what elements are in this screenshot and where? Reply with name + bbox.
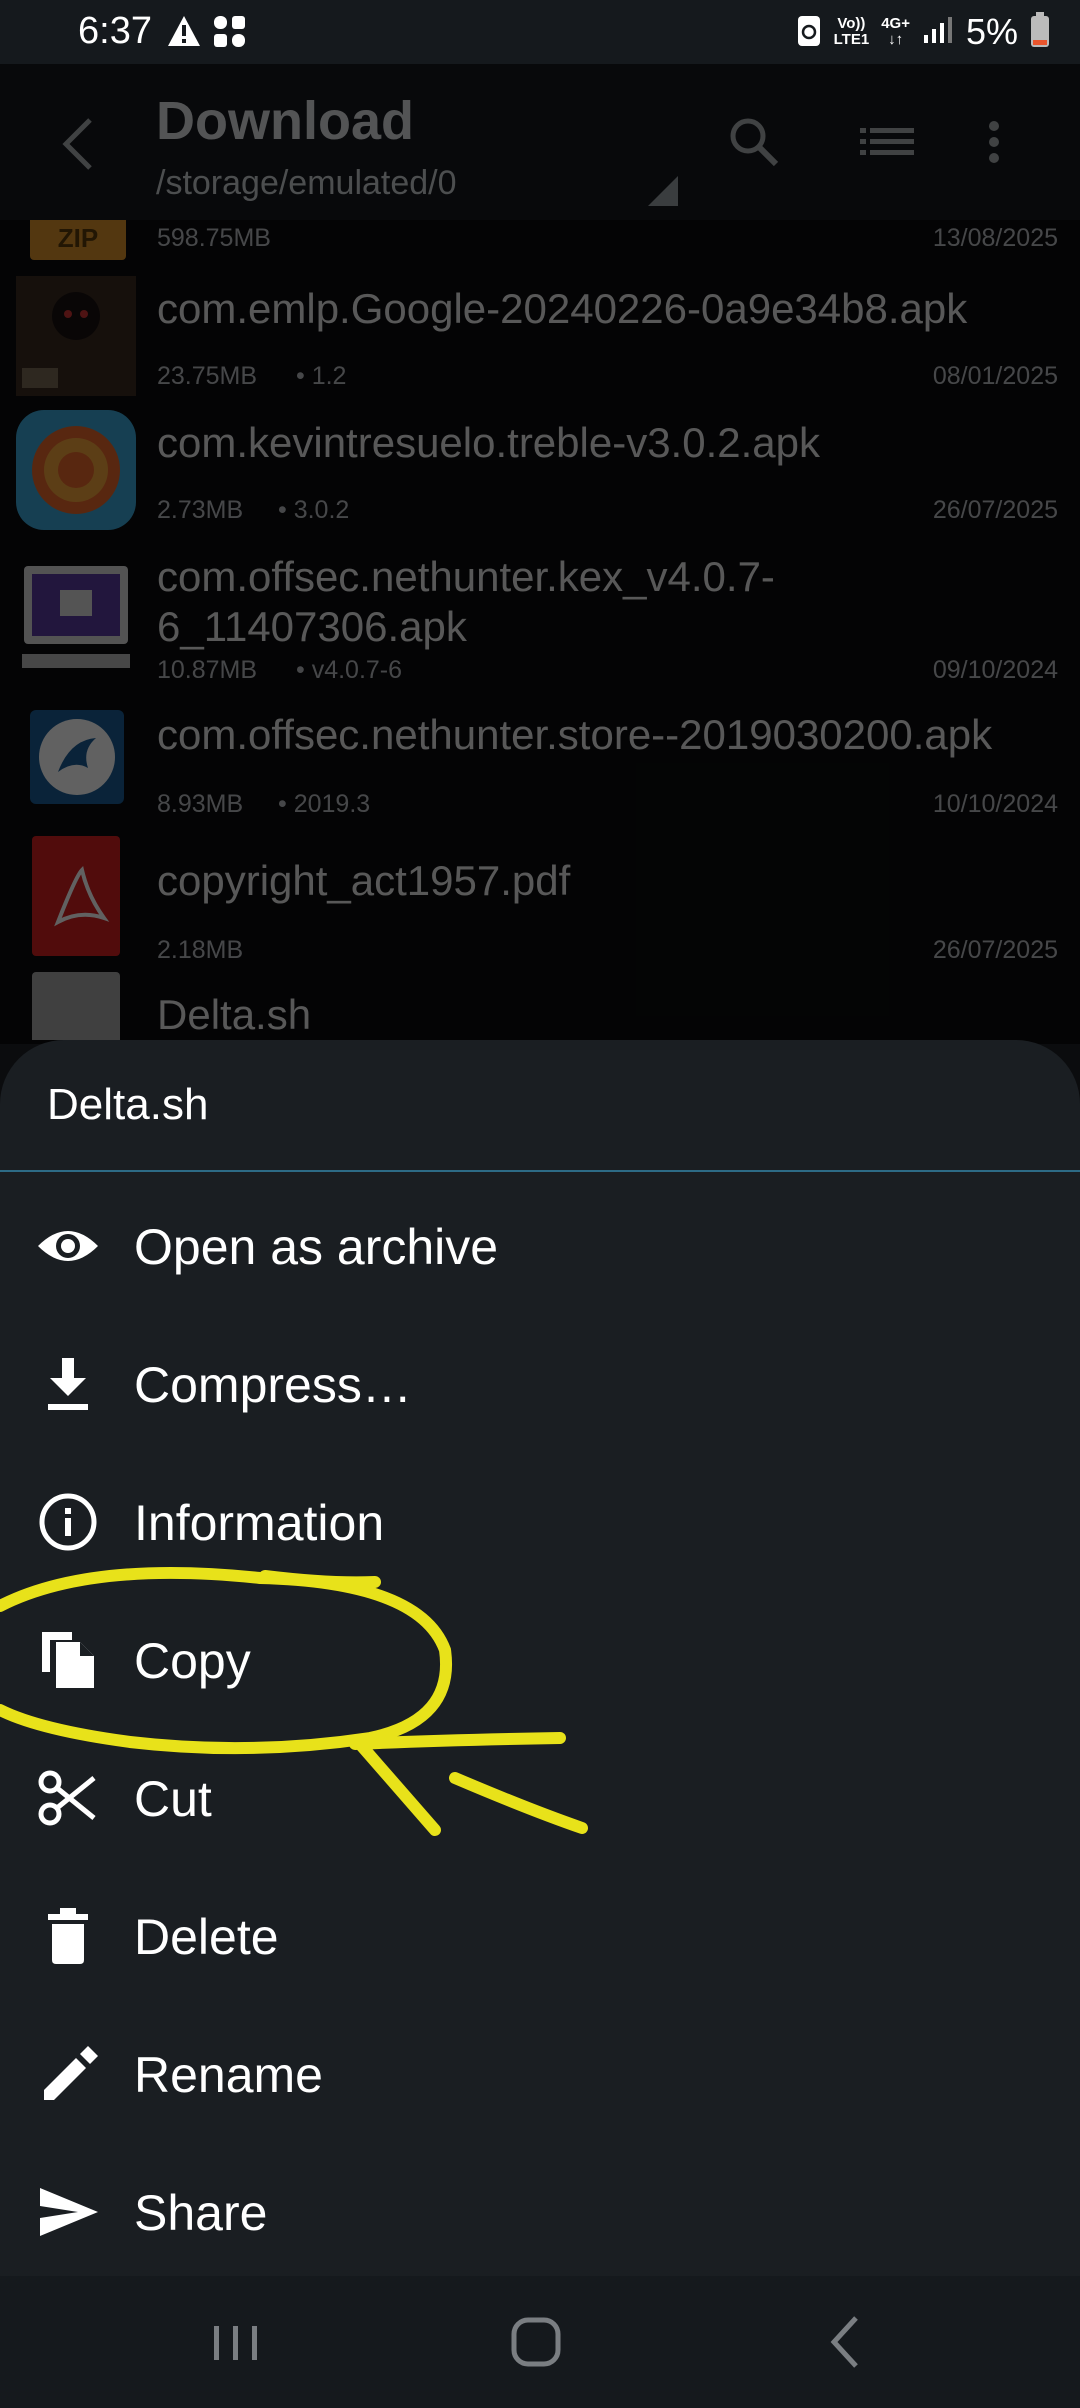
- current-path[interactable]: /storage/emulated/0: [156, 164, 457, 203]
- page-title: Download: [156, 91, 414, 151]
- file-size: 10.87MB: [157, 656, 258, 684]
- zip-icon: ZIP: [30, 220, 126, 260]
- file-size: 598.75MB: [157, 224, 271, 252]
- list-item[interactable]: com.kevintresuelo.treble-v3.0.2.apk 2.73…: [0, 410, 1080, 544]
- signal-icon: [922, 15, 954, 50]
- info-icon: [36, 1490, 100, 1554]
- recycle-icon: [796, 12, 822, 53]
- kex-monitor-icon: [16, 558, 136, 678]
- battery-percent: 5%: [965, 11, 1018, 52]
- warning-icon: [166, 14, 202, 53]
- menu-item-share[interactable]: Share: [0, 2140, 1080, 2278]
- list-item[interactable]: com.emlp.Google-20240226-0a9e34b8.apk 23…: [0, 276, 1080, 410]
- game-thumbnail: [16, 276, 136, 396]
- back-arrow-icon[interactable]: [50, 112, 110, 176]
- file-version: • 2019.3: [278, 790, 371, 818]
- file-list: ZIP 598.75MB 13/08/2025 com.emlp.Google-…: [0, 220, 1080, 1040]
- file-date: 10/10/2024: [932, 790, 1058, 818]
- recent-apps-icon[interactable]: [196, 2306, 276, 2378]
- file-date: 26/07/2025: [932, 936, 1058, 964]
- menu-item-label: Delete: [134, 1909, 279, 1965]
- file-date: 13/08/2025: [932, 224, 1058, 252]
- status-bar: 6:37 Vo)) LTE1 4G+ ↓↑ 5%: [0, 0, 1080, 64]
- file-date: 09/10/2024: [932, 656, 1058, 684]
- file-version: • 3.0.2: [278, 496, 350, 524]
- send-icon: [36, 2180, 100, 2244]
- file-date: 08/01/2025: [932, 362, 1058, 390]
- search-icon[interactable]: [722, 110, 786, 174]
- eye-icon: [36, 1214, 100, 1278]
- battery-icon: [1030, 11, 1050, 53]
- file-size: 2.73MB: [157, 496, 244, 524]
- list-item[interactable]: Delta.sh: [0, 972, 1080, 1040]
- pencil-icon: [36, 2042, 100, 2106]
- file-date: 26/07/2025: [932, 496, 1058, 524]
- pdf-icon: [32, 836, 120, 956]
- more-vert-icon[interactable]: [964, 110, 1028, 174]
- copy-icon: [36, 1628, 100, 1692]
- status-time: 6:37: [78, 10, 152, 52]
- menu-item-label: Cut: [134, 1771, 212, 1827]
- menu-item-information[interactable]: Information: [0, 1450, 1080, 1588]
- file-size: 8.93MB: [157, 790, 244, 818]
- menu-item-label: Information: [134, 1495, 385, 1551]
- file-name: Delta.sh: [157, 991, 312, 1038]
- file-name: com.offsec.nethunter.kex_v4.0.7-6_114073…: [157, 553, 775, 650]
- file-name: com.offsec.nethunter.store--2019030200.a…: [157, 711, 993, 758]
- home-icon[interactable]: [498, 2306, 578, 2378]
- menu-item-cut[interactable]: Cut: [0, 1726, 1080, 1864]
- context-menu-sheet: Delta.sh Open as archive Compress… Infor…: [0, 1040, 1080, 2276]
- menu-item-label: Rename: [134, 2047, 323, 2103]
- menu-item-rename[interactable]: Rename: [0, 2002, 1080, 2140]
- 4g-indicator: 4G+ ↓↑: [881, 15, 910, 48]
- nethunter-dragon-icon: [30, 710, 124, 804]
- app-bar: Download /storage/emulated/0: [0, 64, 1080, 220]
- system-nav-bar: [0, 2276, 1080, 2408]
- list-item[interactable]: copyright_act1957.pdf 2.18MB 26/07/2025: [0, 836, 1080, 970]
- app-grid-icon: [212, 14, 248, 55]
- treble-app-icon: [16, 410, 136, 530]
- menu-item-label: Share: [134, 2185, 268, 2241]
- status-indicators: Vo)) LTE1 4G+ ↓↑ 5%: [796, 10, 1050, 54]
- sheet-title: Delta.sh: [47, 1080, 209, 1129]
- file-version: • v4.0.7-6: [296, 656, 403, 684]
- menu-item-delete[interactable]: Delete: [0, 1864, 1080, 2002]
- menu-item-compress[interactable]: Compress…: [0, 1312, 1080, 1450]
- list-item[interactable]: com.offsec.nethunter.kex_v4.0.7-6_114073…: [0, 552, 1080, 692]
- file-version: • 1.2: [296, 362, 347, 390]
- download-icon: [36, 1352, 100, 1416]
- generic-file-icon: [32, 972, 120, 1040]
- trash-icon: [36, 1904, 100, 1968]
- scissors-icon: [36, 1766, 100, 1830]
- menu-item-label: Open as archive: [134, 1219, 499, 1275]
- file-name: com.kevintresuelo.treble-v3.0.2.apk: [157, 419, 820, 466]
- list-view-icon[interactable]: [856, 110, 920, 174]
- divider: [0, 1170, 1080, 1172]
- file-name: copyright_act1957.pdf: [157, 857, 571, 904]
- file-name: com.emlp.Google-20240226-0a9e34b8.apk: [157, 285, 968, 332]
- nav-back-icon[interactable]: [808, 2306, 888, 2378]
- list-item[interactable]: com.offsec.nethunter.store--2019030200.a…: [0, 710, 1080, 844]
- menu-item-open-as-archive[interactable]: Open as archive: [0, 1174, 1080, 1312]
- file-size: 2.18MB: [157, 936, 244, 964]
- file-size: 23.75MB: [157, 362, 258, 390]
- menu-item-label: Copy: [134, 1633, 251, 1689]
- volte-indicator: Vo)) LTE1: [833, 15, 870, 48]
- menu-item-label: Compress…: [134, 1357, 412, 1413]
- path-dropdown-indicator[interactable]: [648, 176, 678, 206]
- menu-item-copy[interactable]: Copy: [0, 1588, 1080, 1726]
